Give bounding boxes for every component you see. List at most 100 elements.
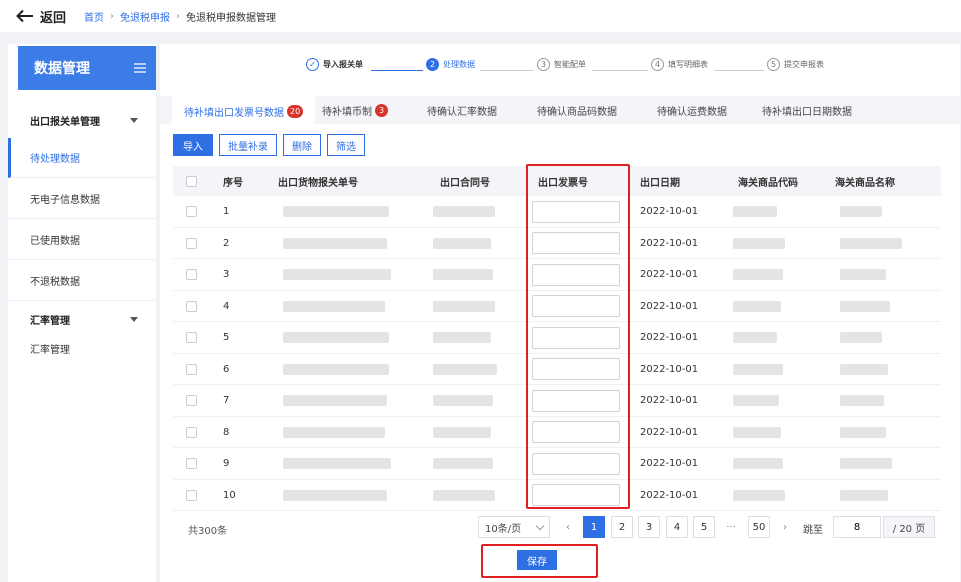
sidebar-item-pending[interactable]: 待处理数据 (8, 138, 156, 178)
step-label: 填写明细表 (668, 60, 708, 69)
redacted-value (283, 458, 391, 469)
row-checkbox[interactable] (186, 269, 197, 280)
sidebar: 数据管理 出口报关单管理 待处理数据 无电子信息数据 已使用数据 不退税数据 汇… (8, 44, 156, 582)
row-no: 4 (223, 300, 230, 312)
row-checkbox[interactable] (186, 395, 197, 406)
sidebar-title: 数据管理 (34, 61, 90, 77)
progress-steps: ✓ 导入报关单 2 处理数据 3 智能配单 4 填写明细表 5 提交申报表 (160, 52, 960, 80)
page-4[interactable]: 4 (666, 516, 688, 538)
col-no: 序号 (223, 177, 243, 189)
main-panel: ✓ 导入报关单 2 处理数据 3 智能配单 4 填写明细表 5 提交申报表 待补… (160, 44, 960, 582)
sidebar-item-no-e-info[interactable]: 无电子信息数据 (8, 179, 156, 219)
tab-bar: 待补填出口发票号数据 20 待补填币制 3 待确认汇率数据 待确认商品码数据 待… (160, 96, 960, 124)
page-3[interactable]: 3 (638, 516, 660, 538)
tab-currency[interactable]: 待补填币制 3 (310, 96, 400, 124)
page-5[interactable]: 5 (693, 516, 715, 538)
page-50[interactable]: 50 (748, 516, 770, 538)
row-checkbox[interactable] (186, 426, 197, 438)
select-all-checkbox[interactable] (186, 175, 197, 187)
sidebar-group-customs[interactable]: 出口报关单管理 (8, 102, 156, 138)
count-badge: 3 (375, 103, 388, 117)
col-commodity-code: 海关商品代码 (738, 177, 798, 189)
chevron-down-icon (535, 521, 545, 530)
row-checkbox[interactable] (186, 489, 197, 501)
row-checkbox[interactable] (186, 332, 197, 343)
next-page-icon[interactable]: › (774, 516, 796, 538)
redacted-value (433, 426, 491, 438)
row-checkbox[interactable] (186, 237, 197, 249)
step-number: 3 (537, 58, 550, 71)
redacted-value (433, 489, 495, 501)
back-button[interactable]: 返回 (16, 7, 66, 26)
caret-down-icon (130, 117, 138, 123)
tab-invoice[interactable]: 待补填出口发票号数据 20 (172, 96, 316, 124)
redacted-value (733, 206, 777, 217)
breadcrumb-home[interactable]: 首页 (84, 9, 104, 24)
menu-collapse-icon[interactable] (134, 63, 146, 73)
sidebar-item-used[interactable]: 已使用数据 (8, 220, 156, 260)
redacted-value (733, 489, 785, 501)
breadcrumb-tax[interactable]: 免退税申报 (120, 9, 170, 24)
redacted-value (840, 269, 886, 280)
step-connector (592, 70, 648, 71)
redacted-value (733, 332, 777, 343)
tab-commodity-code[interactable]: 待确认商品码数据 (525, 96, 629, 124)
step-label: 提交申报表 (784, 60, 824, 69)
row-no: 7 (223, 395, 230, 406)
sidebar-item-exchange-rate[interactable]: 汇率管理 (8, 334, 156, 362)
page-size-select[interactable]: 10条/页 (478, 516, 550, 538)
step-2: 2 处理数据 (426, 58, 475, 71)
row-no: 9 (223, 458, 230, 469)
chevron-right-icon: › (176, 10, 181, 22)
redacted-value (433, 395, 493, 406)
row-no: 10 (223, 489, 236, 501)
redacted-value (733, 237, 785, 249)
sidebar-item-no-refund[interactable]: 不退税数据 (8, 261, 156, 301)
tab-exchange-rate[interactable]: 待确认汇率数据 (415, 96, 509, 124)
step-4: 4 填写明细表 (651, 58, 708, 71)
redacted-value (283, 395, 387, 406)
redacted-value (733, 458, 783, 469)
page-2[interactable]: 2 (611, 516, 633, 538)
batch-fill-button[interactable]: 批量补录 (219, 134, 277, 156)
page-1[interactable]: 1 (583, 516, 605, 538)
redacted-value (733, 395, 779, 406)
step-number: 5 (767, 58, 780, 71)
highlight-invoice-column (526, 164, 630, 509)
delete-button[interactable]: 删除 (283, 134, 321, 156)
toolbar: 导入 批量补录 删除 筛选 (173, 134, 371, 156)
row-no: 3 (223, 269, 230, 280)
tab-label: 待补填币制 (322, 106, 372, 118)
count-badge: 20 (287, 104, 304, 118)
redacted-value (840, 489, 888, 501)
sidebar-group-label: 出口报关单管理 (30, 116, 100, 128)
row-export-date: 2022-10-01 (640, 489, 699, 501)
total-count: 共300条 (188, 526, 228, 537)
row-checkbox[interactable] (186, 206, 197, 217)
step-number: 4 (651, 58, 664, 71)
jump-page-input[interactable] (833, 516, 881, 538)
chevron-right-icon: › (110, 10, 115, 22)
row-checkbox[interactable] (186, 363, 197, 375)
redacted-value (840, 237, 902, 249)
row-checkbox[interactable] (186, 458, 197, 469)
import-button[interactable]: 导入 (173, 134, 213, 156)
caret-down-icon (130, 316, 138, 322)
tab-freight[interactable]: 待确认运费数据 (645, 96, 739, 124)
row-checkbox[interactable] (186, 300, 197, 312)
sidebar-group-exchange[interactable]: 汇率管理 (8, 301, 156, 337)
step-label: 处理数据 (443, 60, 475, 69)
filter-button[interactable]: 筛选 (327, 134, 365, 156)
step-3: 3 智能配单 (537, 58, 586, 71)
prev-page-icon[interactable]: ‹ (557, 516, 579, 538)
page-total: / 20 页 (883, 516, 935, 538)
row-export-date: 2022-10-01 (640, 426, 699, 438)
page-ellipsis[interactable]: ··· (720, 516, 742, 538)
row-export-date: 2022-10-01 (640, 269, 699, 280)
redacted-value (433, 363, 497, 375)
save-button[interactable]: 保存 (517, 550, 557, 570)
tab-export-date[interactable]: 待补填出口日期数据 (750, 96, 864, 124)
redacted-value (840, 458, 892, 469)
row-export-date: 2022-10-01 (640, 395, 699, 406)
row-no: 5 (223, 332, 230, 343)
